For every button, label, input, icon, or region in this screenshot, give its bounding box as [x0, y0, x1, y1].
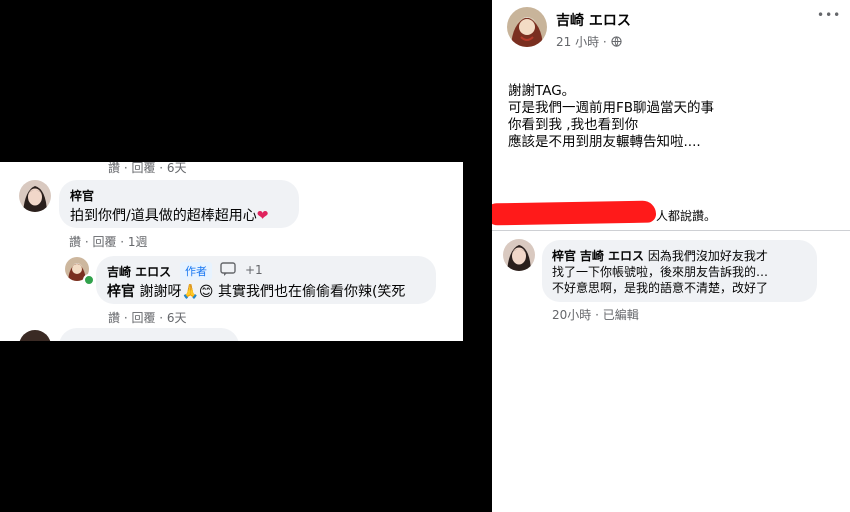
online-status-dot: [83, 274, 95, 286]
author-badge: 作者: [180, 262, 212, 280]
post-line-1: 謝謝TAG。: [508, 83, 576, 99]
reply-1-actions[interactable]: 讚 · 回覆 · 6天: [108, 309, 187, 326]
previous-comment-actions: 讚 · 回覆 · 6天: [108, 162, 187, 175]
reply-author[interactable]: 吉崎 エロス: [107, 263, 171, 280]
post-body: 謝謝TAG。 可是我們一週前用FB聊過當天的事 你看到我 ,我也看到你 應該是不…: [508, 83, 714, 151]
next-comment-bubble: [59, 328, 239, 341]
comment-line-3: 不好意思啊，是我的語意不清楚，改好了: [552, 281, 769, 295]
reply-text-end: 其實我們也在偷偷看你辣(笑死: [217, 284, 406, 300]
post-line-2: 可是我們一週前用FB聊過當天的事: [508, 100, 715, 116]
post-line-3: 你看到我 ,我也看到你: [508, 117, 639, 133]
left-comments-screenshot: 讚 · 回覆 · 6天 梓官 拍到你們/道具做的超棒超用心❤ 讚 · 回覆 · …: [0, 162, 463, 341]
avatar-next-comment[interactable]: [19, 330, 51, 341]
avatar-post-author[interactable]: [507, 7, 547, 47]
chat-icon[interactable]: [220, 261, 236, 276]
right-post-screenshot: 吉崎 エロス 21 小時 · ••• 謝謝TAG。 可是我們一週前用FB聊過當天…: [492, 0, 850, 512]
mention-link[interactable]: 梓官: [552, 249, 576, 263]
edited-label[interactable]: 已編輯: [603, 308, 639, 322]
mention-link-author[interactable]: 吉崎 エロス: [580, 249, 644, 263]
post-author-name[interactable]: 吉崎 エロス: [556, 10, 631, 30]
comment-1-actions[interactable]: 讚 · 回覆 · 1週: [69, 233, 148, 250]
heart-icon: ❤: [256, 208, 269, 224]
avatar-zi-guan[interactable]: [19, 180, 51, 212]
globe-icon: [610, 36, 622, 47]
reply-text-start: 謝謝呀: [139, 284, 182, 300]
more-options-icon[interactable]: •••: [817, 8, 841, 22]
mention-link[interactable]: 梓官: [107, 284, 135, 300]
reactions-summary[interactable]: 人都說讚。: [656, 207, 716, 224]
comment-line-1: 梓官 吉崎 エロス 因為我們沒加好友我才: [552, 248, 768, 264]
post-time-text: 21 小時 ·: [556, 35, 607, 49]
reply-bubble-1: 吉崎 エロス 作者 +1 梓官 謝謝呀🙏😊 其實我們也在偷偷看你辣(笑死: [96, 256, 436, 304]
post-timestamp[interactable]: 21 小時 ·: [556, 33, 622, 50]
reply-text: 梓官 謝謝呀🙏😊 其實我們也在偷偷看你辣(笑死: [107, 281, 405, 301]
redaction-scribble: [492, 200, 657, 226]
comment-line-2: 找了一下你帳號啦，後來朋友告訴我的…: [552, 265, 769, 279]
comment-meta: 20小時 · 已編輯: [552, 308, 639, 322]
comment-line-1-text: 因為我們沒加好友我才: [647, 249, 768, 263]
smile-emoji-icon: 😊: [198, 284, 214, 300]
pray-emoji-icon: 🙏: [181, 284, 199, 300]
avatar-zi-guan[interactable]: [503, 239, 535, 271]
comment-text: 拍到你們/道具做的超棒超用心❤: [70, 205, 268, 225]
divider: [492, 230, 850, 231]
comment-time[interactable]: 20小時: [552, 308, 591, 322]
comment-bubble-1: 梓官 拍到你們/道具做的超棒超用心❤: [59, 180, 299, 228]
comment-bubble-right: 梓官 吉崎 エロス 因為我們沒加好友我才 找了一下你帳號啦，後來朋友告訴我的… …: [542, 240, 817, 302]
plus-count[interactable]: +1: [245, 263, 263, 277]
comment-author[interactable]: 梓官: [70, 187, 94, 204]
post-line-4: 應該是不用到朋友輾轉告知啦....: [508, 134, 701, 150]
comment-text-content: 拍到你們/道具做的超棒超用心: [70, 208, 257, 224]
comment-text-right: 梓官 吉崎 エロス 因為我們沒加好友我才 找了一下你帳號啦，後來朋友告訴我的… …: [552, 248, 768, 296]
